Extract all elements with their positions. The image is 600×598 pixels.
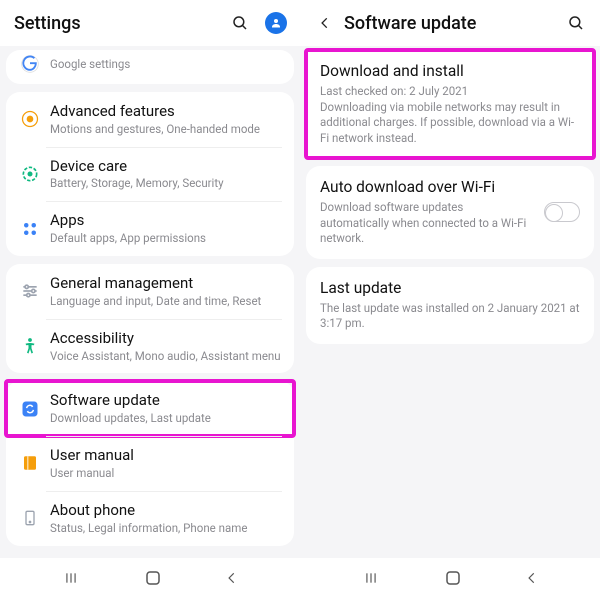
settings-item-label: Apps (50, 211, 282, 230)
settings-item-advanced[interactable]: Advanced features Motions and gestures, … (6, 92, 294, 147)
nav-recents-icon[interactable] (61, 571, 81, 585)
settings-item-label: Device care (50, 157, 282, 176)
account-icon[interactable] (262, 9, 290, 37)
settings-item-sub: Status, Legal information, Phone name (50, 521, 282, 536)
softwareupdate-body: Download and install Last checked on: 2 … (300, 46, 600, 558)
download-install-card[interactable]: Download and install Last checked on: 2 … (306, 50, 594, 158)
softwareupdate-title: Software update (344, 13, 554, 34)
back-icon[interactable] (314, 15, 336, 31)
settings-item-label: General management (50, 274, 282, 293)
devicecare-icon (14, 164, 46, 184)
settings-item-softwareupdate[interactable]: Software update Download updates, Last u… (6, 381, 294, 436)
settings-item-sub: Language and input, Date and time, Reset (50, 294, 282, 309)
settings-item-aboutphone[interactable]: About phone Status, Legal information, P… (6, 491, 294, 546)
settings-item-label: About phone (50, 501, 282, 520)
settings-item-sub: Voice Assistant, Mono audio, Assistant m… (50, 349, 282, 364)
settings-item-usermanual[interactable]: User manual User manual (6, 436, 294, 491)
nav-home-icon[interactable] (444, 569, 462, 587)
nav-recents-icon[interactable] (361, 571, 381, 585)
settings-body: Google settings Advanced features Motion… (0, 46, 300, 558)
settings-item-label: Advanced features (50, 102, 282, 121)
general-icon (14, 281, 46, 301)
last-update-sub: The last update was installed on 2 Janua… (320, 301, 580, 332)
settings-item-label: Software update (50, 391, 282, 410)
settings-item-sub: Download updates, Last update (50, 411, 282, 426)
aboutphone-icon (14, 507, 46, 529)
settings-item-label: Accessibility (50, 329, 282, 348)
softwareupdate-pane: Software update Download and install Las… (300, 0, 600, 598)
settings-card: Advanced features Motions and gestures, … (6, 92, 294, 256)
nav-bar (300, 558, 600, 598)
accessibility-icon (14, 336, 46, 356)
nav-back-icon[interactable] (525, 570, 539, 586)
settings-item-google[interactable]: Google settings (6, 50, 294, 84)
settings-item-general[interactable]: General management Language and input, D… (6, 264, 294, 319)
settings-header: Settings (0, 0, 300, 46)
settings-card: Software update Download updates, Last u… (6, 381, 294, 545)
search-icon[interactable] (562, 9, 590, 37)
search-icon[interactable] (226, 9, 254, 37)
nav-home-icon[interactable] (144, 569, 162, 587)
settings-item-sub: Battery, Storage, Memory, Security (50, 176, 282, 191)
settings-card: Google settings (6, 50, 294, 84)
last-update-label: Last update (320, 279, 580, 297)
settings-item-accessibility[interactable]: Accessibility Voice Assistant, Mono audi… (6, 319, 294, 374)
settings-item-sub: User manual (50, 466, 282, 481)
nav-bar (0, 558, 300, 598)
download-install-label: Download and install (320, 62, 580, 80)
settings-title: Settings (14, 13, 218, 34)
nav-back-icon[interactable] (225, 570, 239, 586)
settings-pane: Settings Google settings (0, 0, 300, 598)
auto-download-toggle[interactable] (544, 202, 580, 222)
last-update-card[interactable]: Last update The last update was installe… (306, 267, 594, 344)
settings-item-sub: Google settings (50, 57, 282, 72)
download-install-checked: Last checked on: 2 July 2021 (320, 84, 580, 100)
settings-item-apps[interactable]: Apps Default apps, App permissions (6, 201, 294, 256)
settings-item-sub: Default apps, App permissions (50, 231, 282, 246)
settings-item-sub: Motions and gestures, One-handed mode (50, 122, 282, 137)
softwareupdate-icon (14, 399, 46, 419)
auto-download-label: Auto download over Wi-Fi (320, 178, 534, 196)
apps-icon (14, 220, 46, 238)
google-icon (14, 54, 46, 74)
settings-card: General management Language and input, D… (6, 264, 294, 373)
softwareupdate-header: Software update (300, 0, 600, 46)
settings-item-label: User manual (50, 446, 282, 465)
auto-download-card[interactable]: Auto download over Wi-Fi Download softwa… (306, 166, 594, 259)
settings-item-devicecare[interactable]: Device care Battery, Storage, Memory, Se… (6, 147, 294, 202)
advanced-icon (14, 109, 46, 129)
usermanual-icon (14, 453, 46, 473)
download-install-note: Downloading via mobile networks may resu… (320, 100, 580, 147)
auto-download-sub: Download software updates automatically … (320, 200, 534, 247)
